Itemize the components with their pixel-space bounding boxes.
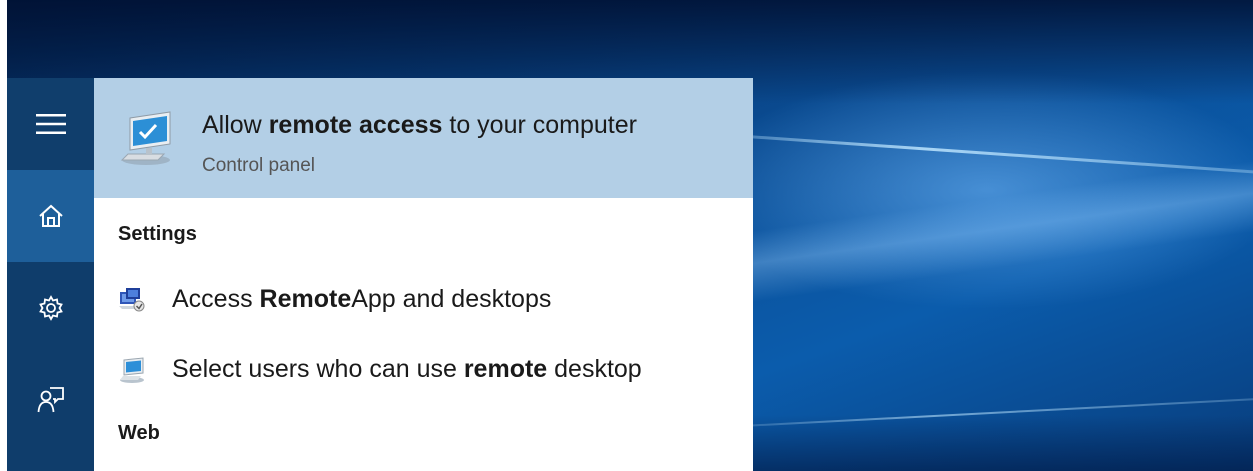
remoteapp-icon [118,286,148,319]
result-item-remoteapp[interactable]: Access RemoteApp and desktops [94,270,753,328]
home-icon [38,204,63,227]
feedback-button[interactable] [7,354,94,446]
search-results-panel: Allow remote access to your computer Con… [94,78,753,471]
start-sidebar [7,78,94,471]
feedback-icon [37,387,64,413]
result-item-label: Access RemoteApp and desktops [172,285,552,313]
top-result-title: Allow remote access to your computer [202,111,637,139]
wallpaper-shadow [747,415,1253,471]
result-item-label: Select users who can use remote desktop [172,355,642,383]
top-result-subtitle: Control panel [202,155,316,176]
menu-button[interactable] [7,78,94,170]
gear-icon [38,295,63,321]
result-item-remote-desktop[interactable]: Select users who can use remote desktop [94,340,753,398]
section-header-settings: Settings [118,223,197,245]
remote-desktop-icon [118,356,148,389]
home-button[interactable] [7,170,94,262]
monitor-icon [118,108,178,173]
section-header-web: Web [118,422,160,444]
settings-button[interactable] [7,262,94,354]
top-result-item[interactable]: Allow remote access to your computer Con… [94,78,753,198]
hamburger-icon [35,114,66,134]
